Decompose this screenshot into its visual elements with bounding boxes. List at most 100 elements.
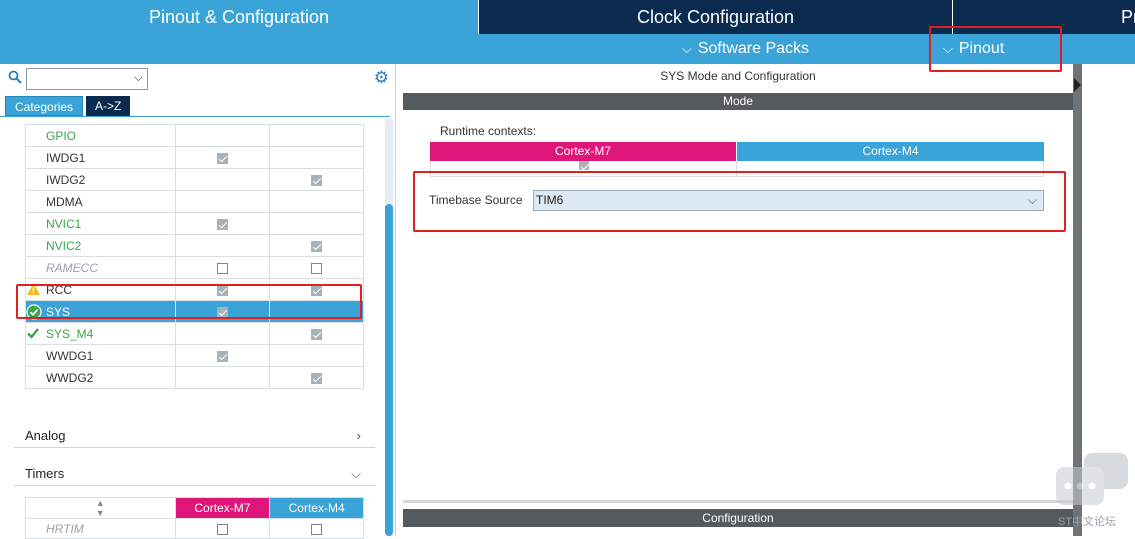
search-row: ⌵ ⚙ bbox=[8, 68, 393, 92]
chevron-down-icon: ⌵ bbox=[682, 41, 692, 56]
checkbox[interactable] bbox=[311, 523, 323, 535]
category-tabs: Categories A->Z bbox=[5, 96, 131, 116]
section-analog[interactable]: Analog › bbox=[14, 424, 375, 448]
table-row[interactable]: IWDG2 bbox=[25, 168, 364, 191]
tab-clock-configuration[interactable]: Clock Configuration bbox=[478, 0, 952, 34]
peripheral-name[interactable]: GPIO bbox=[25, 124, 176, 147]
context-header-cortex-m7: Cortex-M7 bbox=[430, 142, 736, 161]
peripheral-label: WWDG2 bbox=[46, 370, 94, 385]
timers-header-cortex-m4: Cortex-M4 bbox=[269, 497, 364, 519]
table-row[interactable]: NVIC2 bbox=[25, 234, 364, 257]
chevron-down-icon: ⌵ bbox=[133, 70, 143, 84]
timers-table: ▲ ▼ Cortex-M7 Cortex-M4 HRTIM bbox=[25, 497, 364, 539]
cell-cortex-m4 bbox=[269, 234, 364, 257]
cell-cortex-m4 bbox=[269, 256, 364, 279]
search-icon[interactable] bbox=[8, 70, 24, 86]
runtime-contexts-label: Runtime contexts: bbox=[440, 124, 537, 138]
checkbox[interactable] bbox=[217, 350, 228, 362]
peripheral-label: MDMA bbox=[46, 194, 83, 209]
peripheral-name[interactable]: IWDG1 bbox=[25, 146, 176, 169]
cell-cortex-m4 bbox=[269, 322, 364, 345]
peripheral-name[interactable]: NVIC2 bbox=[25, 234, 176, 257]
peripheral-name[interactable]: RAMECC bbox=[25, 256, 176, 279]
section-timers[interactable]: Timers ⌵ bbox=[14, 462, 375, 486]
checkbox[interactable] bbox=[311, 262, 323, 274]
cell-cortex-m7 bbox=[174, 322, 271, 345]
gear-icon[interactable]: ⚙ bbox=[374, 68, 389, 88]
peripheral-table: GPIO IWDG1 IWDG2 MDMA NVIC1 NVIC2 RAMECC RCC SYS… bbox=[25, 124, 364, 389]
peripheral-name[interactable]: NVIC1 bbox=[25, 212, 176, 235]
cell-cortex-m7 bbox=[174, 168, 271, 191]
tab-categories[interactable]: Categories bbox=[5, 96, 84, 116]
checkbox[interactable] bbox=[217, 152, 228, 164]
tab-pinout-configuration[interactable]: Pinout & Configuration bbox=[0, 0, 478, 34]
table-row[interactable]: SYS_M4 bbox=[25, 322, 364, 345]
cell-cortex-m4 bbox=[269, 146, 364, 169]
peripheral-label: NVIC2 bbox=[46, 238, 82, 253]
cell-cortex-m7 bbox=[174, 366, 271, 389]
peripheral-label: SYS_M4 bbox=[46, 326, 94, 341]
peripheral-name[interactable]: IWDG2 bbox=[25, 168, 176, 191]
cell-cortex-m4 bbox=[269, 190, 364, 213]
table-row[interactable]: IWDG1 bbox=[25, 146, 364, 169]
check-icon bbox=[26, 326, 42, 342]
checkbox[interactable] bbox=[311, 328, 323, 340]
peripheral-label: NVIC1 bbox=[46, 216, 82, 231]
context-header-cortex-m4: Cortex-M4 bbox=[737, 142, 1044, 161]
cell-cortex-m7 bbox=[174, 124, 271, 147]
table-row[interactable]: MDMA bbox=[25, 190, 364, 213]
cell-cortex-m7 bbox=[174, 234, 271, 257]
cell-cortex-m4 bbox=[269, 366, 364, 389]
peripheral-label: WWDG1 bbox=[46, 348, 94, 363]
peripheral-name[interactable]: WWDG2 bbox=[25, 366, 176, 389]
sort-icon[interactable]: ▲ ▼ bbox=[25, 497, 176, 519]
software-packs-menu[interactable]: ⌵ Software Packs bbox=[682, 34, 809, 64]
panel-splitter[interactable] bbox=[403, 500, 1073, 503]
peripheral-name[interactable]: MDMA bbox=[25, 190, 176, 213]
mode-config-panel: SYS Mode and Configuration Mode Runtime … bbox=[403, 64, 1073, 536]
table-row[interactable]: NVIC1 bbox=[25, 212, 364, 235]
cell-cortex-m7 bbox=[174, 256, 271, 279]
peripheral-name[interactable]: WWDG1 bbox=[25, 344, 176, 367]
table-row[interactable]: GPIO bbox=[25, 124, 364, 147]
highlight-box-timebase bbox=[413, 171, 1066, 232]
checkbox[interactable] bbox=[578, 161, 589, 170]
checkbox[interactable] bbox=[311, 174, 323, 186]
peripheral-name[interactable]: SYS_M4 bbox=[25, 322, 176, 345]
chevron-down-icon: ⌵ bbox=[351, 466, 361, 481]
checkbox[interactable] bbox=[311, 372, 323, 384]
table-row[interactable]: WWDG1 bbox=[25, 344, 364, 367]
section-timers-label: Timers bbox=[25, 466, 65, 481]
cell-cortex-m7 bbox=[174, 212, 271, 235]
checkbox[interactable] bbox=[311, 240, 323, 252]
cell-cortex-m4 bbox=[269, 124, 364, 147]
timers-header-cortex-m7: Cortex-M7 bbox=[174, 497, 271, 519]
scrollbar-thumb[interactable] bbox=[385, 204, 393, 536]
search-input[interactable]: ⌵ bbox=[26, 68, 148, 90]
mode-header: Mode bbox=[403, 93, 1073, 110]
peripheral-label: RAMECC bbox=[46, 260, 99, 275]
checkbox[interactable] bbox=[216, 523, 228, 535]
cell-cortex-m4 bbox=[269, 212, 364, 235]
section-analog-label: Analog bbox=[25, 428, 66, 443]
software-packs-label: Software Packs bbox=[697, 40, 810, 57]
chevron-right-icon: › bbox=[356, 428, 361, 443]
peripheral-label: IWDG1 bbox=[46, 150, 86, 165]
highlight-box-pinout bbox=[929, 26, 1062, 72]
collapse-arrow-icon[interactable] bbox=[1074, 78, 1081, 92]
highlight-box-sys bbox=[16, 284, 362, 319]
cell-cortex-m7 bbox=[174, 190, 271, 213]
configuration-header: Configuration bbox=[403, 509, 1073, 527]
table-row[interactable]: WWDG2 bbox=[25, 366, 364, 389]
cell-cortex-m7 bbox=[174, 146, 271, 169]
checkbox[interactable] bbox=[217, 218, 228, 230]
cell-cortex-m4 bbox=[269, 344, 364, 367]
table-row[interactable]: RAMECC bbox=[25, 256, 364, 279]
checkbox[interactable] bbox=[217, 262, 228, 274]
cell-cortex-m4 bbox=[269, 168, 364, 191]
cell-cortex-m7 bbox=[174, 344, 271, 367]
tab-a-to-z[interactable]: A->Z bbox=[86, 96, 131, 116]
peripheral-label: GPIO bbox=[46, 128, 77, 143]
peripheral-label: IWDG2 bbox=[46, 172, 86, 187]
divider bbox=[0, 116, 390, 117]
